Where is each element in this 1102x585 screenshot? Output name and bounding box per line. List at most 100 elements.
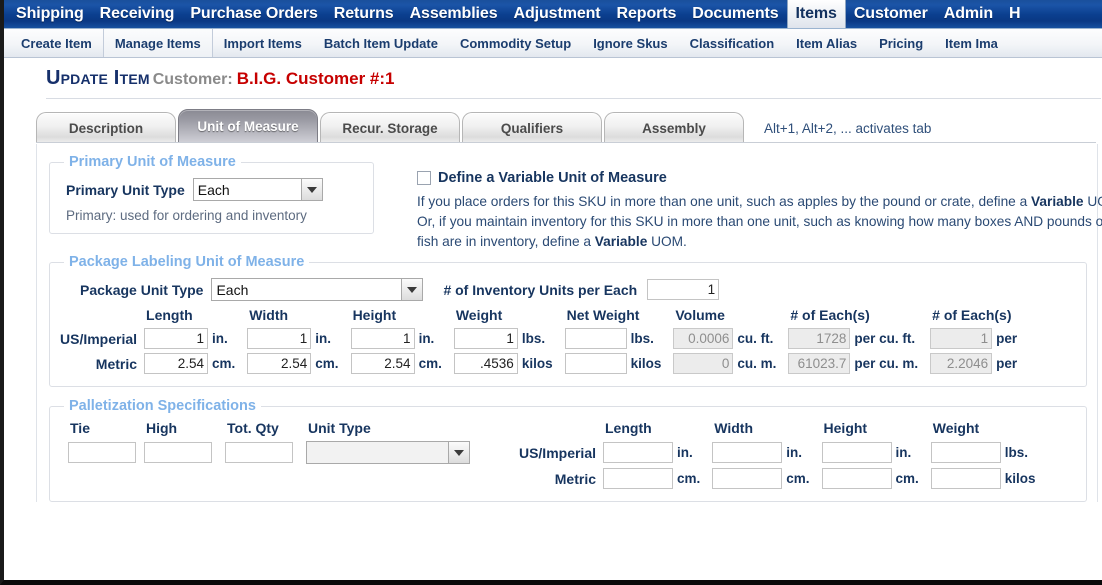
pallet-unit-type-select[interactable] (306, 441, 470, 464)
pallet-length-us-input[interactable] (603, 442, 673, 463)
pkg-width-us-input[interactable] (247, 328, 312, 349)
nav-item-items[interactable]: Items (786, 0, 846, 28)
subnav-label: Classification (689, 35, 775, 51)
col-pal-height: Height (823, 420, 868, 436)
col-height: Height (352, 307, 397, 323)
chevron-down-icon[interactable] (300, 178, 323, 201)
pallet-length-metric-input[interactable] (603, 468, 673, 489)
pkg-weight-metric-input[interactable] (453, 353, 518, 374)
pkg-width-metric-input[interactable] (247, 353, 312, 374)
pkg-height-us-input[interactable] (350, 328, 415, 349)
inventory-units-per-each-label: # of Inventory Units per Each (443, 281, 638, 298)
variable-uom-strong-1: Variable (1031, 194, 1084, 209)
pallet-weight-metric-input[interactable] (930, 468, 1001, 489)
package-unit-type-select[interactable]: Each (211, 278, 424, 301)
variable-uom-description: If you place orders for this SKU in more… (417, 192, 1102, 252)
tab-qualifiers[interactable]: Qualifiers (462, 112, 602, 143)
subnav-item-pricing[interactable]: Pricing (868, 29, 934, 57)
subnav-item-create-item[interactable]: Create Item (10, 29, 103, 57)
pkg-length-metric-input[interactable] (144, 353, 209, 374)
col-pal-width: Width (714, 420, 754, 436)
pkg-length-us-unit: in. (212, 331, 228, 346)
col-pal-length: Length (605, 420, 652, 436)
col-weight: Weight (455, 307, 503, 323)
nav-label: Receiving (99, 5, 175, 22)
pallet-height-us-input[interactable] (821, 442, 892, 463)
nav-item-documents[interactable]: Documents (684, 0, 786, 28)
subnav-label: Commodity Setup (459, 35, 572, 51)
inventory-units-per-each-input[interactable] (647, 279, 720, 300)
pkg-height-metric-input[interactable] (350, 353, 415, 374)
table-row: Metric cm. cm. cm. kilos (68, 466, 1048, 491)
nav-item-receiving[interactable]: Receiving (92, 0, 183, 28)
tab-assembly[interactable]: Assembly (604, 112, 744, 143)
pallet-unit-type-value (306, 441, 448, 464)
pallet-height-metric-input[interactable] (821, 468, 892, 489)
pkg-weight-us-input[interactable] (453, 328, 518, 349)
chevron-down-icon[interactable] (401, 278, 424, 301)
subnav-item-import-items[interactable]: Import Items (213, 29, 313, 57)
pkg-net-weight-us-input[interactable] (564, 328, 627, 349)
tab-label: Qualifiers (500, 120, 564, 136)
subnav-item-classification[interactable]: Classification (679, 29, 786, 57)
table-row: US/Imperial in. in. in. lbs. lbs. cu. ft… (60, 326, 1029, 351)
nav-item-assemblies[interactable]: Assemblies (402, 0, 506, 28)
palletization-fieldset: Palletization Specifications Tie High To… (49, 398, 1087, 502)
pkg-each-per-volume-metric-input (788, 353, 851, 374)
tab-recur-storage[interactable]: Recur. Storage (320, 112, 460, 143)
pallet-width-us-unit: in. (786, 445, 803, 460)
nav-item-help[interactable]: H (1001, 0, 1028, 28)
subnav-item-item-images[interactable]: Item Ima (934, 29, 1009, 57)
primary-unit-type-label: Primary Unit Type (66, 181, 185, 198)
pkg-height-metric-unit: cm. (418, 356, 442, 371)
nav-item-purchase-orders[interactable]: Purchase Orders (182, 0, 325, 28)
subnav-item-manage-items[interactable]: Manage Items (102, 29, 213, 57)
col-volume: Volume (675, 307, 725, 323)
tab-label: Recur. Storage (342, 120, 438, 136)
pallet-high-input[interactable] (144, 442, 212, 463)
nav-item-reports[interactable]: Reports (609, 0, 685, 28)
subnav-item-item-alias[interactable]: Item Alias (785, 29, 868, 57)
pallet-tot-qty-input[interactable] (225, 442, 293, 463)
pallet-tie-input[interactable] (68, 442, 136, 463)
nav-item-returns[interactable]: Returns (326, 0, 402, 28)
package-unit-type-value: Each (211, 278, 402, 301)
tab-description[interactable]: Description (36, 112, 176, 143)
pkg-net-weight-metric-input[interactable] (564, 353, 627, 374)
subnav-label: Create Item (21, 35, 92, 51)
page-title-bar: Update Item Customer: B.I.G. Customer #:1 (4, 58, 1102, 95)
pkg-weight-us-unit: lbs. (521, 331, 546, 346)
subnav-item-batch-item-update[interactable]: Batch Item Update (313, 29, 449, 57)
pallet-length-metric-unit: cm. (677, 471, 701, 486)
chevron-down-icon[interactable] (448, 441, 470, 464)
subnav-label: Batch Item Update (323, 35, 438, 51)
variable-uom-text-3: UOM. (651, 234, 687, 249)
table-header-row: Length Width Height Weight Net Weight Vo… (60, 307, 1029, 326)
pkg-length-us-input[interactable] (144, 328, 209, 349)
pallet-width-metric-input[interactable] (712, 468, 783, 489)
subnav-item-ignore-skus[interactable]: Ignore Skus (582, 29, 678, 57)
tab-label: Description (68, 120, 144, 136)
nav-item-customer[interactable]: Customer (846, 0, 936, 28)
subnav-label: Item Alias (796, 35, 858, 51)
nav-label: Reports (616, 5, 677, 22)
tab-underline (36, 142, 1096, 143)
nav-item-adjustment[interactable]: Adjustment (506, 0, 609, 28)
col-unit-type: Unit Type (308, 420, 371, 436)
nav-item-shipping[interactable]: Shipping (8, 0, 92, 28)
primary-unit-type-select[interactable]: Each (192, 178, 323, 201)
main-navigation-bar: Shipping Receiving Purchase Orders Retur… (4, 0, 1102, 29)
tab-unit-of-measure[interactable]: Unit of Measure (178, 109, 318, 143)
pkg-length-metric-unit: cm. (212, 356, 236, 371)
pkg-each-per-weight-us-input (930, 328, 993, 349)
application-window: Shipping Receiving Purchase Orders Retur… (0, 0, 1102, 585)
pallet-width-us-input[interactable] (712, 442, 783, 463)
subnav-item-commodity-setup[interactable]: Commodity Setup (449, 29, 582, 57)
nav-item-admin[interactable]: Admin (936, 0, 1001, 28)
primary-uom-fieldset: Primary Unit of Measure Primary Unit Typ… (49, 154, 374, 234)
pkg-volume-metric-unit: cu. m. (737, 356, 777, 371)
define-variable-uom-checkbox[interactable] (417, 171, 431, 185)
variable-uom-block: Define a Variable Unit of Measure If you… (417, 170, 1102, 252)
pallet-weight-us-input[interactable] (930, 442, 1001, 463)
package-labeling-uom-fieldset: Package Labeling Unit of Measure Package… (49, 254, 1087, 387)
